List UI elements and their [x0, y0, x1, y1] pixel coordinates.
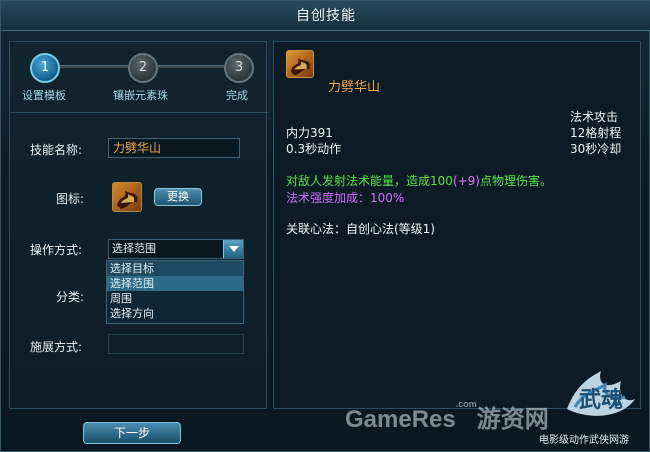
- skill-range: 12格射程: [570, 126, 622, 140]
- description-text: 对敌人发射法术能量，造成100: [286, 174, 453, 188]
- skill-icon-preview: [112, 182, 142, 212]
- watermark-text: GameRes: [345, 406, 456, 433]
- skill-cooldown: 30秒冷却: [570, 142, 622, 156]
- step-3-circle[interactable]: 3: [224, 53, 254, 83]
- cast-method-label: 施展方式:: [30, 340, 83, 354]
- option-select-area[interactable]: 选择范围: [107, 276, 243, 291]
- option-select-direction[interactable]: 选择方向: [107, 306, 243, 321]
- step-2-circle[interactable]: 2: [128, 53, 158, 83]
- window-title: 自创技能: [1, 1, 650, 31]
- site-watermark: GameRes.com游资网: [345, 399, 549, 434]
- linked-method: 关联心法：自创心法(等级1): [286, 222, 435, 236]
- step-indicator: 1 2 3 设置模板 镶嵌元素珠 完成: [10, 42, 268, 108]
- skill-cast-time: 0.3秒动作: [286, 142, 342, 156]
- watermark-domain: .com: [455, 399, 477, 409]
- step-connector: [56, 65, 128, 69]
- step-2-label: 镶嵌元素珠: [113, 89, 168, 102]
- divider: [10, 112, 268, 113]
- flame-icon: [117, 191, 138, 209]
- step-connector: [158, 65, 230, 69]
- watermark-cn: 游资网: [476, 406, 549, 433]
- next-step-button[interactable]: 下一步: [83, 422, 181, 444]
- description-suffix: 点物理伤害。: [479, 174, 552, 188]
- operation-label: 操作方式:: [30, 243, 83, 257]
- settings-panel: 1 2 3 设置模板 镶嵌元素珠 完成 技能名称: 力劈华山 图标: 更换 操作…: [9, 41, 268, 409]
- step-1-circle[interactable]: 1: [30, 53, 60, 83]
- chevron-down-icon[interactable]: [223, 240, 243, 258]
- skill-name-label: 技能名称:: [30, 143, 83, 157]
- option-surrounding[interactable]: 周围: [107, 291, 243, 306]
- damage-bonus: (+9): [452, 174, 480, 188]
- skill-name-input[interactable]: 力劈华山: [108, 138, 240, 158]
- icon-label: 图标:: [56, 192, 85, 206]
- strength-bonus: 法术强度加成：100%: [286, 191, 405, 205]
- skill-cost: 内力391: [286, 126, 333, 140]
- game-tagline: 电影级动作武侠网游: [539, 435, 629, 446]
- game-logo: 武魂: [561, 363, 639, 427]
- category-label: 分类:: [56, 290, 85, 304]
- skill-type: 法术攻击: [570, 110, 619, 124]
- skill-info-panel: 力劈华山 法术攻击 内力391 12格射程 0.3秒动作 30秒冷却 对敌人发射…: [273, 41, 641, 409]
- change-icon-button[interactable]: 更换: [154, 188, 202, 206]
- step-1-label: 设置模板: [22, 89, 66, 102]
- cast-method-select[interactable]: [108, 334, 244, 354]
- skill-creation-window: 自创技能 1 2 3 设置模板 镶嵌元素珠 完成 技能名称: 力劈华山 图标: …: [0, 0, 650, 452]
- step-3-label: 完成: [226, 89, 248, 102]
- skill-description: 对敌人发射法术能量，造成100(+9)点物理伤害。: [286, 172, 552, 189]
- option-select-target[interactable]: 选择目标: [107, 261, 243, 276]
- operation-select[interactable]: 选择范围: [108, 239, 244, 259]
- flame-icon: [290, 58, 310, 76]
- skill-name: 力劈华山: [328, 80, 381, 95]
- operation-selected-value: 选择范围: [112, 242, 156, 255]
- logo-text: 武魂: [579, 387, 623, 413]
- operation-dropdown: 选择目标 选择范围 周围 选择方向: [106, 260, 244, 324]
- skill-icon: [286, 50, 314, 78]
